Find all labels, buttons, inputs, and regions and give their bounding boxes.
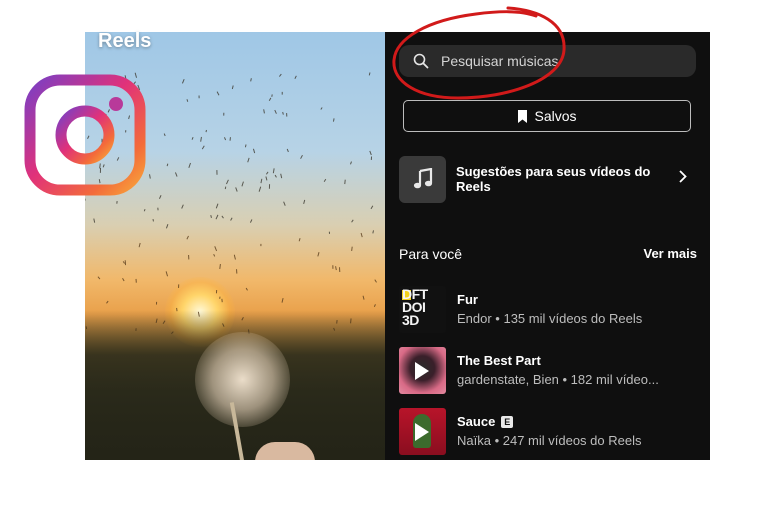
track-title: Fur xyxy=(457,292,478,307)
album-cover-fur: DFT DOI 3D xyxy=(399,285,446,333)
dandelion-head xyxy=(195,332,290,427)
track-meta: Endor • 135 mil vídeos do Reels xyxy=(457,311,643,326)
reels-label: Reels xyxy=(98,30,152,52)
track-title: Sauce xyxy=(457,414,496,429)
track-row[interactable]: The Best Part gardenstate, Bien • 182 mi… xyxy=(399,345,699,395)
album-cover-sauce xyxy=(399,407,446,455)
track-meta: Naïka • 247 mil vídeos do Reels xyxy=(457,433,642,448)
track-row[interactable]: Sauce E Naïka • 247 mil vídeos do Reels xyxy=(399,406,699,456)
track-meta: gardenstate, Bien • 182 mil vídeo... xyxy=(457,372,659,387)
for-you-header: Para você Ver mais xyxy=(399,246,697,262)
album-cover-the-best-part xyxy=(399,346,446,394)
saved-button-label: Salvos xyxy=(534,108,577,124)
track-title: The Best Part xyxy=(457,353,541,368)
annotation-circle xyxy=(392,6,566,100)
suggestions-label: Sugestões para seus vídeos do Reels xyxy=(456,164,651,194)
section-title: Para você xyxy=(399,246,463,262)
cover-text: DFT DOI 3D xyxy=(402,285,428,328)
music-note-icon xyxy=(399,155,446,203)
play-icon[interactable] xyxy=(415,361,429,380)
chevron-right-icon xyxy=(679,170,687,188)
instagram-logo-icon xyxy=(24,74,146,196)
play-icon[interactable] xyxy=(415,422,429,441)
hand xyxy=(255,442,315,460)
saved-button[interactable]: Salvos xyxy=(403,100,691,132)
see-more-link[interactable]: Ver mais xyxy=(644,246,698,262)
suggestions-row[interactable]: Sugestões para seus vídeos do Reels xyxy=(399,155,699,203)
track-row[interactable]: DFT DOI 3D Fur Endor • 135 mil vídeos do R… xyxy=(399,284,699,334)
bookmark-icon xyxy=(517,109,528,123)
explicit-badge: E xyxy=(501,415,514,428)
